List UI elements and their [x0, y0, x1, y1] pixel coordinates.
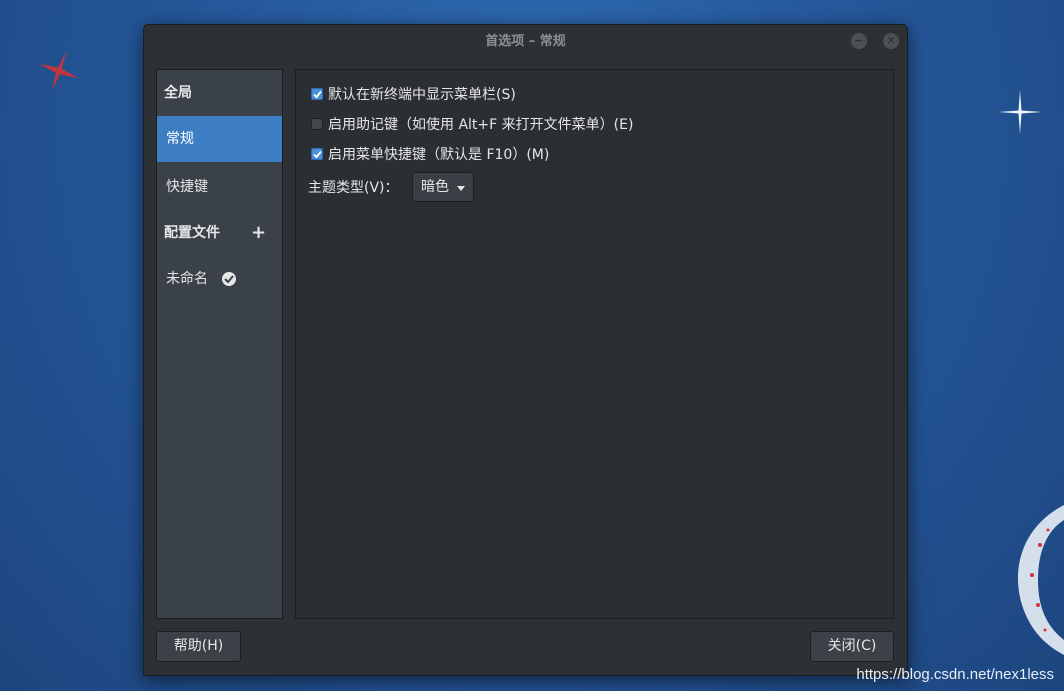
preferences-window: 首选项 – 常规 − ✕ 全局 常规 快捷键 配置文件 + 未命名 默认在新终端… [143, 24, 908, 676]
option-label: 启用助记键（如使用 Alt+F 来打开文件菜单）(E) [328, 117, 634, 133]
red-star-decoration [39, 51, 79, 91]
theme-variant-value: 暗色 [421, 179, 449, 195]
plus-icon[interactable]: + [251, 210, 266, 256]
moon-decoration [1017, 505, 1064, 655]
minimize-icon: − [854, 34, 864, 47]
sidebar-header-global: 全局 [164, 85, 192, 101]
sidebar-item-profile-unnamed[interactable]: 未命名 [157, 256, 282, 302]
minimize-button[interactable]: − [851, 33, 867, 49]
help-button[interactable]: 帮助(H) [156, 631, 241, 662]
general-settings-panel: 默认在新终端中显示菜单栏(S) 启用助记键（如使用 Alt+F 来打开文件菜单）… [295, 69, 894, 619]
checkbox-menu-accelerator[interactable] [311, 148, 323, 160]
sidebar-item-label: 快捷键 [166, 179, 208, 195]
sidebar-item-label: 常规 [166, 131, 194, 147]
close-icon: ✕ [886, 34, 896, 47]
chevron-down-icon [457, 186, 465, 191]
option-label: 默认在新终端中显示菜单栏(S) [328, 87, 516, 103]
checkbox-show-menubar[interactable] [311, 88, 323, 100]
sidebar-item-label: 未命名 [166, 271, 208, 287]
theme-variant-dropdown[interactable]: 暗色 [412, 172, 474, 202]
window-title: 首选项 – 常规 [485, 34, 566, 49]
sidebar: 全局 常规 快捷键 配置文件 + 未命名 [156, 69, 283, 619]
title-bar[interactable]: 首选项 – 常规 − ✕ [144, 25, 907, 59]
check-circle-icon [222, 272, 236, 286]
white-star-decoration [998, 90, 1042, 134]
checkbox-enable-mnemonics[interactable] [311, 118, 323, 130]
theme-variant-label: 主题类型(V)： [308, 180, 399, 196]
watermark: https://blog.csdn.net/nex1less [856, 666, 1054, 683]
option-label: 启用菜单快捷键（默认是 F10）(M) [328, 147, 550, 163]
sidebar-item-shortcuts[interactable]: 快捷键 [157, 164, 282, 210]
sidebar-item-general[interactable]: 常规 [157, 116, 282, 162]
close-window-button[interactable]: ✕ [883, 33, 899, 49]
sidebar-header-profiles: 配置文件 + [157, 210, 282, 256]
close-button[interactable]: 关闭(C) [810, 631, 894, 662]
